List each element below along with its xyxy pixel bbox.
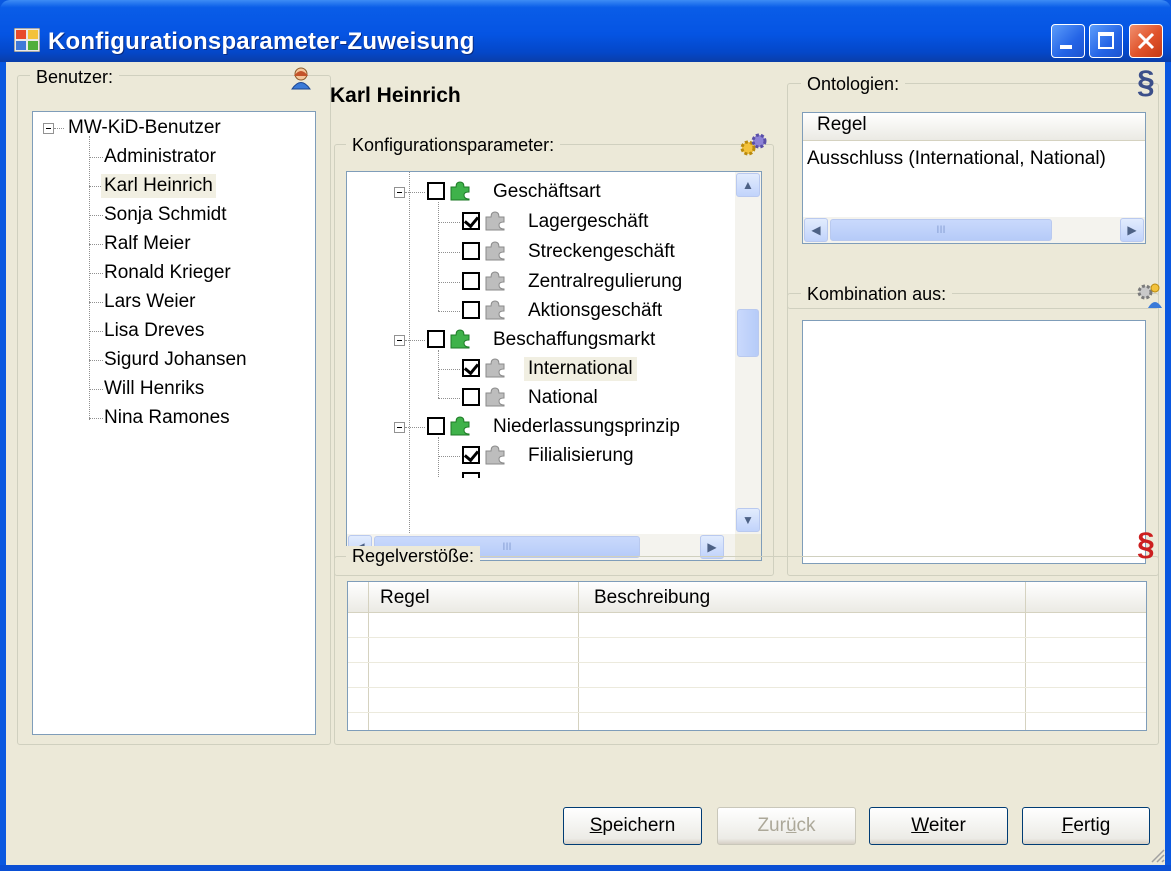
puzzle-piece-green-icon [450, 329, 470, 349]
selected-user-heading: Karl Heinrich [330, 84, 461, 107]
puzzle-piece-gray-icon [485, 358, 505, 378]
violations-column-regel[interactable]: Regel [380, 586, 430, 610]
scroll-up-icon[interactable]: ▲ [736, 173, 760, 197]
users-tree-item-lisa-dreves[interactable]: Lisa Dreves [104, 319, 204, 343]
users-tree-item-sigurd-johansen[interactable]: Sigurd Johansen [104, 348, 247, 372]
app-icon [14, 28, 40, 52]
gears-icon [740, 133, 767, 156]
checkbox-filialisierung[interactable] [462, 446, 480, 464]
ontologies-column-header[interactable]: Regel [803, 113, 1145, 141]
config-tree-item[interactable]: National [528, 386, 598, 410]
ontologies-horizontal-scrollbar[interactable]: ◀ III ▶ [803, 217, 1145, 243]
users-tree-root[interactable]: MW-KiD-Benutzer [68, 116, 221, 140]
users-tree-item-sonja-schmidt[interactable]: Sonja Schmidt [104, 203, 227, 227]
puzzle-piece-gray-icon [485, 241, 505, 261]
minimize-button[interactable] [1051, 24, 1085, 58]
puzzle-piece-gray-icon [485, 271, 505, 291]
close-icon [1137, 32, 1155, 50]
user-icon [291, 67, 311, 90]
paragraph-violation-icon: § [1137, 526, 1155, 562]
config-tree-item[interactable]: Zentralregulierung [528, 270, 682, 294]
config-vertical-scrollbar[interactable]: ▲ ▼ [735, 172, 761, 534]
resize-grip-icon[interactable] [1149, 847, 1165, 863]
puzzle-piece-green-icon [450, 181, 470, 201]
minimize-icon [1060, 45, 1072, 49]
users-tree-item-nina-ramones[interactable]: Nina Ramones [104, 406, 230, 430]
checkbox-streckengeschaeft[interactable] [462, 242, 480, 260]
window-title: Konfigurationsparameter-Zuweisung [48, 28, 475, 55]
checkbox-niederlassungsprinzip[interactable] [427, 417, 445, 435]
checkbox-partial [462, 472, 480, 478]
users-tree-item-administrator[interactable]: Administrator [104, 145, 216, 169]
config-tree-item[interactable]: Aktionsgeschäft [528, 299, 662, 323]
save-button[interactable]: Speichern [563, 807, 702, 845]
scroll-thumb[interactable]: III [830, 219, 1052, 241]
config-tree-item[interactable]: Geschäftsart [493, 180, 601, 204]
checkbox-geschaeftsart[interactable] [427, 182, 445, 200]
config-tree-item[interactable]: Filialisierung [528, 444, 634, 468]
dialog-client-area: Benutzer: MW-KiD-Benutzer Administrator … [6, 62, 1165, 865]
combination-group-label: Kombination aus: [801, 284, 953, 304]
users-tree-item-will-henriks[interactable]: Will Henriks [104, 377, 204, 401]
ontologies-list[interactable]: Regel Ausschluss (International, Nationa… [802, 112, 1146, 244]
users-tree-item-ralf-meier[interactable]: Ralf Meier [104, 232, 191, 256]
combination-list[interactable] [802, 320, 1146, 564]
checkbox-national[interactable] [462, 388, 480, 406]
config-tree-item[interactable]: Beschaffungsmarkt [493, 328, 655, 352]
collapse-toggle-icon[interactable] [394, 335, 405, 346]
puzzle-piece-gray-icon [485, 445, 505, 465]
violations-grid-header [348, 582, 1146, 613]
checkbox-zentralregulierung[interactable] [462, 272, 480, 290]
config-tree-item[interactable]: Streckengeschäft [528, 240, 675, 264]
violations-column-beschreibung[interactable]: Beschreibung [594, 586, 710, 610]
violations-grid[interactable]: Regel Beschreibung [347, 581, 1147, 731]
checkbox-lagergeschaeft[interactable] [462, 212, 480, 230]
checkbox-international[interactable] [462, 359, 480, 377]
puzzle-piece-gray-icon [485, 387, 505, 407]
finish-button[interactable]: Fertig [1022, 807, 1150, 845]
config-group-label: Konfigurationsparameter: [346, 135, 561, 155]
maximize-icon [1098, 32, 1114, 49]
violations-group-label: Regelverstöße: [346, 546, 481, 566]
collapse-toggle-icon[interactable] [43, 123, 54, 134]
puzzle-piece-green-icon [450, 416, 470, 436]
checkbox-aktionsgeschaeft[interactable] [462, 301, 480, 319]
close-button[interactable] [1129, 24, 1163, 58]
collapse-toggle-icon[interactable] [394, 187, 405, 198]
config-tree[interactable]: Geschäftsart Lagergeschäft Streckengesch… [346, 171, 762, 561]
scroll-down-icon[interactable]: ▼ [736, 508, 760, 532]
config-tree-item[interactable]: Lagergeschäft [528, 210, 648, 234]
collapse-toggle-icon[interactable] [394, 422, 405, 433]
checkbox-beschaffungsmarkt[interactable] [427, 330, 445, 348]
puzzle-piece-gray-icon [485, 300, 505, 320]
title-bar[interactable]: Konfigurationsparameter-Zuweisung [0, 0, 1171, 62]
dialog-window: Konfigurationsparameter-Zuweisung Benutz… [0, 0, 1171, 871]
scroll-left-icon[interactable]: ◀ [804, 218, 828, 242]
users-tree-item-lars-weier[interactable]: Lars Weier [104, 290, 196, 314]
ontology-rule-row[interactable]: Ausschluss (International, National) [807, 147, 1106, 171]
gears-user-icon [1137, 283, 1162, 308]
scroll-thumb[interactable] [737, 309, 759, 357]
next-button[interactable]: Weiter [869, 807, 1008, 845]
users-tree-item-ronald-krieger[interactable]: Ronald Krieger [104, 261, 231, 285]
puzzle-piece-gray-icon [485, 211, 505, 231]
users-tree[interactable]: MW-KiD-Benutzer Administrator Karl Heinr… [32, 111, 316, 735]
maximize-button[interactable] [1089, 24, 1123, 58]
back-button[interactable]: Zurück [717, 807, 856, 845]
ontologies-group-label: Ontologien: [801, 74, 906, 94]
config-tree-item[interactable]: Niederlassungsprinzip [493, 415, 680, 439]
users-group-label: Benutzer: [30, 67, 120, 87]
users-tree-item-karl-heinrich[interactable]: Karl Heinrich [101, 174, 216, 198]
scroll-right-icon[interactable]: ▶ [1120, 218, 1144, 242]
paragraph-icon: § [1137, 64, 1155, 100]
config-tree-item-selected[interactable]: International [524, 357, 637, 381]
